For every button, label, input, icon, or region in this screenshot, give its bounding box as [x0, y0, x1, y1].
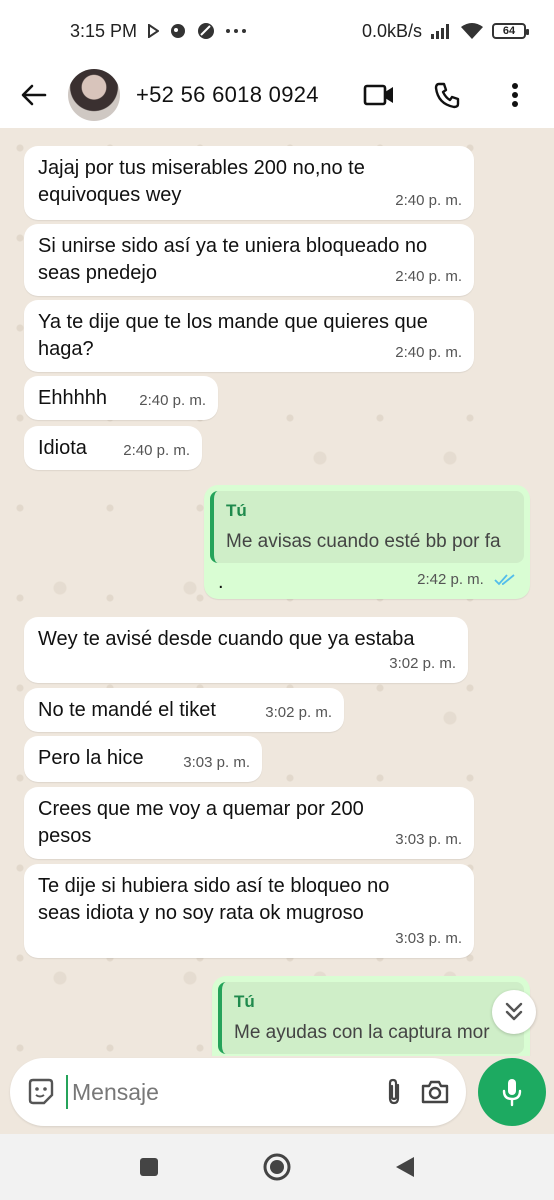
quoted-message[interactable]: Tú Me avisas cuando esté bb por fa	[210, 491, 524, 563]
contact-name[interactable]: +52 56 6018 0924	[136, 82, 362, 108]
camera-icon	[421, 1080, 449, 1104]
circle-icon	[197, 22, 215, 40]
status-bar: 3:15 PM 0.0kB/s 64	[0, 0, 554, 62]
notification-icon	[169, 22, 187, 40]
more-vert-icon	[512, 83, 518, 107]
wifi-icon	[460, 22, 484, 40]
chat-area[interactable]: Jajaj por tus miserables 200 no,no te eq…	[0, 128, 554, 1056]
quote-author: Tú	[234, 992, 255, 1011]
network-speed: 0.0kB/s	[361, 20, 422, 41]
battery-icon: 64	[492, 23, 529, 39]
message-time: 3:02 p. m.	[265, 704, 332, 721]
message-in[interactable]: Ya te dije que te los mande que quieres …	[24, 300, 474, 372]
message-in[interactable]: Wey te avisé desde cuando que ya estaba …	[24, 617, 468, 683]
message-time: 3:03 p. m.	[183, 754, 250, 771]
message-time: 3:03 p. m.	[395, 930, 462, 947]
battery-level: 64	[502, 25, 516, 37]
message-in[interactable]: No te mandé el tiket 3:02 p. m.	[24, 688, 344, 732]
message-in[interactable]: Jajaj por tus miserables 200 no,no te eq…	[24, 146, 474, 220]
message-in[interactable]: Ehhhhh 2:40 p. m.	[24, 376, 218, 420]
read-ticks-icon	[494, 574, 515, 586]
quote-text: Me ayudas con la captura mor	[234, 1022, 490, 1043]
message-text: Wey te avisé desde cuando que ya estaba	[38, 628, 415, 650]
message-time: 2:40 p. m.	[123, 442, 190, 459]
voice-message-button[interactable]	[478, 1058, 546, 1126]
signal-icon	[430, 23, 452, 39]
camera-button[interactable]	[420, 1072, 450, 1112]
back-button[interactable]	[14, 75, 54, 115]
status-time: 3:15 PM	[70, 20, 138, 41]
message-time: 2:40 p. m.	[395, 192, 462, 209]
quote-author: Tú	[226, 501, 247, 520]
voice-call-button[interactable]	[430, 78, 464, 112]
message-out[interactable]: Tú Me avisas cuando esté bb por fa . 2:4…	[204, 485, 530, 599]
avatar[interactable]	[68, 69, 120, 121]
message-time: 2:40 p. m.	[395, 344, 462, 361]
scroll-down-button[interactable]	[492, 990, 536, 1034]
message-time: 2:40 p. m.	[395, 268, 462, 285]
message-time-text: 2:42 p. m.	[417, 571, 484, 588]
quoted-message[interactable]: Tú Me ayudas con la captura mor	[218, 982, 524, 1054]
message-composer	[10, 1058, 466, 1126]
paperclip-icon	[388, 1078, 400, 1105]
message-in[interactable]: Crees que me voy a quemar por 200 pesos …	[24, 787, 474, 859]
message-time: 2:42 p. m.	[417, 566, 516, 593]
sticker-icon	[28, 1078, 54, 1105]
message-input[interactable]	[66, 1075, 368, 1109]
double-chevron-down-icon	[505, 1002, 523, 1021]
square-icon	[140, 1158, 158, 1176]
message-time: 3:02 p. m.	[389, 655, 456, 672]
recent-apps-button[interactable]	[132, 1150, 166, 1184]
message-text: Te dije si hubiera sido así te bloqueo n…	[38, 875, 390, 924]
chat-header: +52 56 6018 0924	[0, 62, 554, 128]
phone-icon	[434, 82, 460, 109]
home-circle-icon	[263, 1153, 291, 1181]
attach-button[interactable]	[382, 1072, 406, 1112]
message-time: 2:40 p. m.	[139, 392, 206, 409]
microphone-icon	[502, 1079, 522, 1107]
play-icon	[147, 24, 160, 38]
more-dots-icon	[225, 28, 247, 34]
video-call-button[interactable]	[362, 78, 396, 112]
quote-text: Me avisas cuando esté bb por fa	[226, 531, 501, 552]
more-options-button[interactable]	[498, 78, 532, 112]
message-time: 3:03 p. m.	[395, 831, 462, 848]
message-in[interactable]: Te dije si hubiera sido así te bloqueo n…	[24, 864, 474, 958]
back-nav-button[interactable]	[388, 1150, 422, 1184]
system-nav-bar	[0, 1134, 554, 1200]
home-button[interactable]	[260, 1150, 294, 1184]
back-arrow-icon	[21, 84, 47, 106]
message-in[interactable]: Idiota 2:40 p. m.	[24, 426, 202, 470]
emoji-button[interactable]	[26, 1072, 56, 1112]
video-call-icon	[363, 84, 393, 106]
message-out[interactable]: Tú Me ayudas con la captura mor	[212, 976, 530, 1056]
message-in[interactable]: Si unirse sido así ya te uniera bloquead…	[24, 224, 474, 296]
message-in[interactable]: Pero la hice 3:03 p. m.	[24, 736, 262, 782]
triangle-back-icon	[396, 1157, 414, 1177]
